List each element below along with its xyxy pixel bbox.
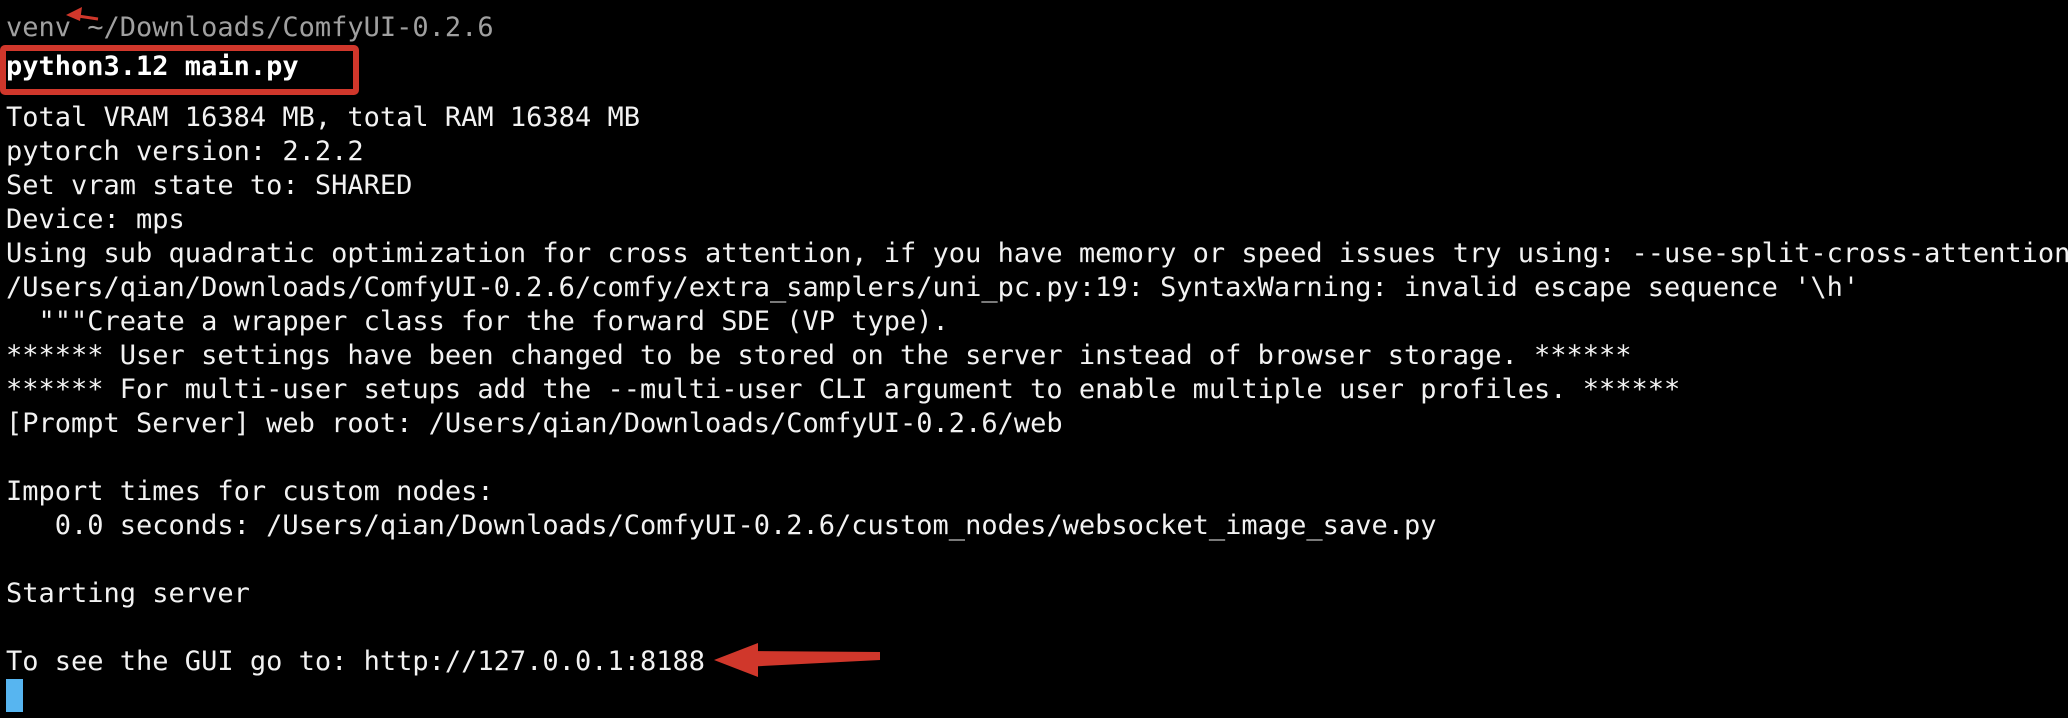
gui-url-line: To see the GUI go to: http://127.0.0.1:8… (6, 646, 705, 677)
terminal-window[interactable]: venv ~/Downloads/ComfyUI-0.2.6 python3.1… (0, 0, 2068, 718)
output-line: Starting server (6, 578, 250, 609)
output-line: pytorch version: 2.2.2 (6, 136, 364, 167)
output-line: Device: mps (6, 204, 185, 235)
output-line: 0.0 seconds: /Users/qian/Downloads/Comfy… (6, 510, 1437, 541)
output-line: ****** For multi-user setups add the --m… (6, 374, 1681, 405)
output-line: Set vram state to: SHARED (6, 170, 413, 201)
output-line: ****** User settings have been changed t… (6, 340, 1632, 371)
output-line: """Create a wrapper class for the forwar… (6, 306, 949, 337)
output-line: Import times for custom nodes: (6, 476, 494, 507)
output-line: Total VRAM 16384 MB, total RAM 16384 MB (6, 102, 640, 133)
output-line: Using sub quadratic optimization for cro… (6, 238, 2068, 269)
shell-prompt: venv ~/Downloads/ComfyUI-0.2.6 (6, 12, 494, 43)
text-cursor (6, 679, 23, 712)
url-arrow-icon (714, 643, 880, 677)
output-line: /Users/qian/Downloads/ComfyUI-0.2.6/comf… (6, 272, 1860, 303)
output-line: [Prompt Server] web root: /Users/qian/Do… (6, 408, 1063, 439)
command-line: python3.12 main.py (6, 51, 299, 82)
